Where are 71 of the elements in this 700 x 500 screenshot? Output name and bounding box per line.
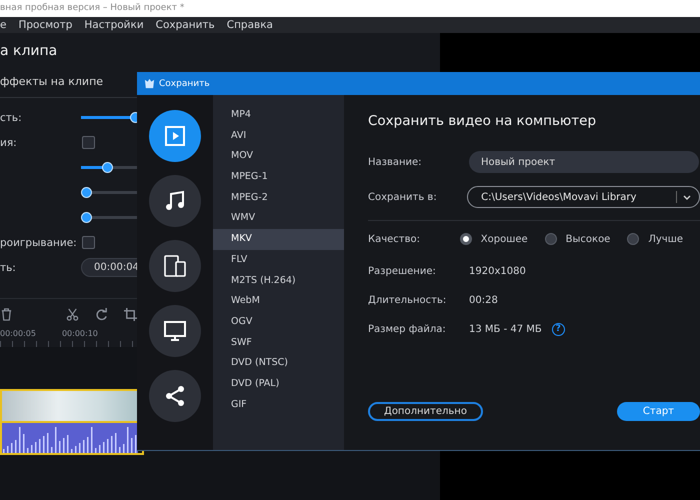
timecode-label: 00:00:05: [0, 329, 36, 340]
category-button[interactable]: [149, 175, 201, 227]
help-button[interactable]: ?: [552, 322, 565, 336]
advanced-button[interactable]: Дополнительно: [368, 402, 483, 421]
category-button[interactable]: [149, 370, 201, 422]
format-item[interactable]: MKV: [213, 229, 344, 250]
format-item[interactable]: FLV: [213, 250, 344, 270]
timecode-label: 00:00:10: [62, 329, 98, 340]
info-value: 00:28: [469, 294, 498, 306]
menu-item[interactable]: Просмотр: [18, 17, 72, 33]
category-button[interactable]: [149, 110, 201, 162]
checkbox[interactable]: [82, 136, 95, 149]
music-note-icon: [163, 189, 187, 213]
slider-thumb[interactable]: [81, 212, 92, 223]
info-value: 1920x1080: [469, 266, 526, 276]
category-button[interactable]: [149, 305, 201, 357]
format-item[interactable]: MPEG-1: [213, 167, 344, 188]
checkbox[interactable]: [82, 236, 95, 249]
tablet-phone-icon: [163, 254, 187, 278]
radio-label: Лучше: [648, 234, 683, 244]
dialog-title: Сохранить: [159, 78, 210, 88]
slider-thumb[interactable]: [102, 162, 113, 173]
info-label: Длительность:: [368, 294, 448, 306]
format-item[interactable]: GIF: [213, 394, 344, 416]
slider-thumb[interactable]: [81, 187, 92, 198]
property-label: ия:: [0, 136, 18, 148]
format-item[interactable]: DVD (PAL): [213, 374, 344, 395]
name-label: Название:: [368, 156, 423, 168]
video-icon: [163, 124, 187, 148]
menu-item[interactable]: Настройки: [84, 17, 144, 33]
panel-title: а клипа: [0, 43, 58, 61]
format-item[interactable]: WebM: [213, 291, 344, 312]
radio-label: Высокое: [566, 234, 610, 244]
menu-item[interactable]: Сохранить: [156, 17, 215, 33]
info-value: 13 МБ - 47 МБ: [469, 324, 542, 334]
format-item[interactable]: WMV: [213, 208, 344, 230]
share-icon: [163, 384, 187, 408]
folder-label: Сохранить в:: [368, 192, 438, 202]
property-label: сть:: [0, 112, 23, 124]
format-item[interactable]: MPEG-2: [213, 188, 344, 208]
format-item[interactable]: AVI: [213, 126, 344, 146]
window-title: вная пробная версия – Новый проект *: [0, 0, 700, 17]
monitor-icon: [163, 319, 187, 343]
video-clip[interactable]: [0, 389, 144, 455]
radio-button[interactable]: [460, 233, 472, 245]
app-logo-icon: [144, 78, 155, 89]
name-field[interactable]: Новый проект: [469, 151, 699, 173]
chevron-down-icon: [683, 194, 691, 200]
format-item[interactable]: OGV: [213, 312, 344, 333]
crop-icon[interactable]: [124, 308, 137, 320]
effects-tab[interactable]: ффекты на клипе: [0, 75, 104, 88]
property-label: роигрывание:: [0, 236, 78, 248]
radio-button[interactable]: [627, 233, 640, 245]
radio-button[interactable]: [544, 233, 557, 245]
property-label: ть:: [0, 262, 17, 274]
menu-item[interactable]: е: [0, 17, 6, 33]
info-label: Размер файла:: [368, 324, 447, 334]
quality-label: Качество:: [368, 234, 421, 244]
menu-item[interactable]: Справка: [226, 17, 273, 33]
dialog-heading: Сохранить видео на компьютер: [368, 113, 598, 131]
folder-dropdown[interactable]: C:\Users\Videos\Movavi Library: [467, 186, 700, 208]
radio-label: Хорошее: [480, 234, 528, 244]
format-item[interactable]: MP4: [213, 105, 344, 126]
format-item[interactable]: SWF: [213, 332, 344, 354]
format-item[interactable]: M2TS (H.264): [213, 270, 344, 292]
scissors-icon[interactable]: [66, 308, 79, 320]
info-label: Разрешение:: [368, 266, 437, 276]
redo-icon[interactable]: [95, 308, 108, 320]
format-item[interactable]: DVD (NTSC): [213, 353, 344, 374]
format-item[interactable]: MOV: [213, 146, 344, 168]
trash-icon[interactable]: [0, 308, 13, 320]
